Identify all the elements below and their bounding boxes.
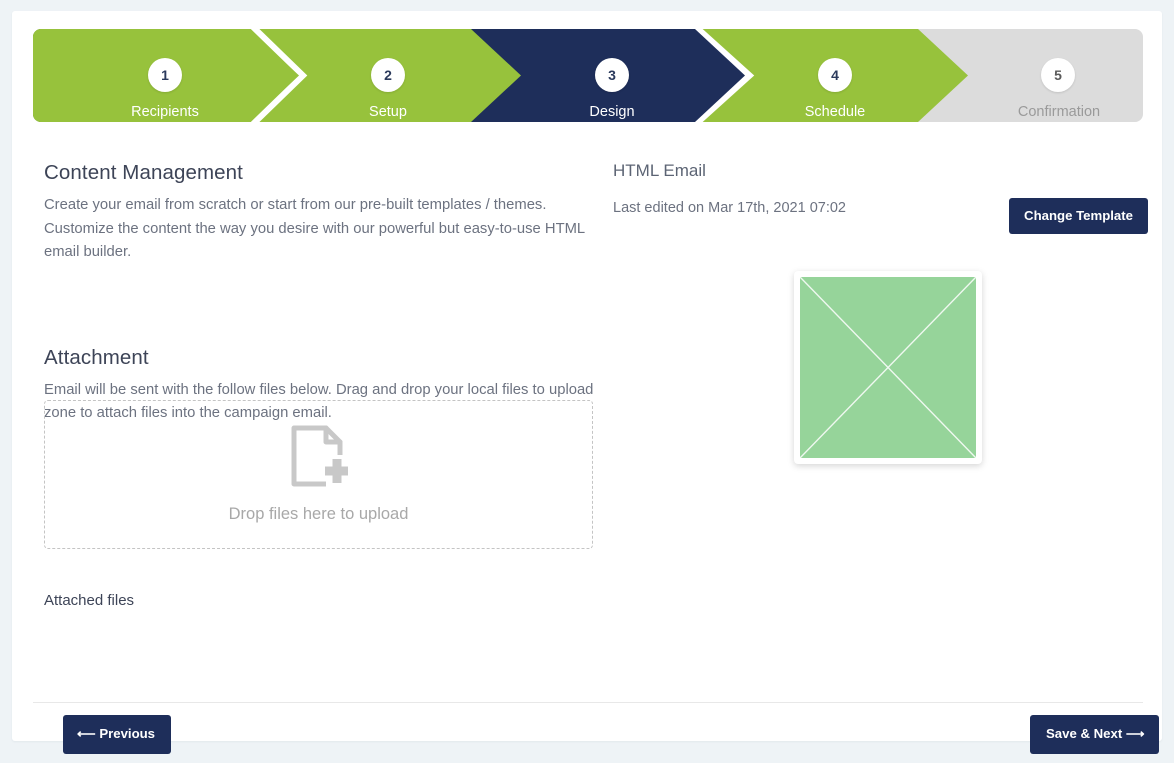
attachment-title: Attachment xyxy=(44,345,149,369)
step-number-1: 1 xyxy=(148,58,182,92)
arrow-left-icon: ⟵ xyxy=(77,726,96,741)
wizard-stepper: 1 Recipients 2 Setup 3 Design 4 Schedule… xyxy=(33,29,1143,122)
attached-files-title: Attached files xyxy=(44,592,135,609)
template-preview[interactable] xyxy=(794,271,982,464)
step-label-design[interactable]: Design xyxy=(532,104,692,120)
change-template-button[interactable]: Change Template xyxy=(1009,198,1148,234)
previous-button-label: Previous xyxy=(99,726,156,741)
step-number-4: 4 xyxy=(818,58,852,92)
step-number-5: 5 xyxy=(1041,58,1075,92)
save-next-button-label: Save & Next xyxy=(1046,726,1123,741)
left-column: Content Management Create your email fro… xyxy=(44,161,600,426)
html-email-title: HTML Email xyxy=(613,161,706,180)
save-next-button[interactable]: Save & Next ⟶ xyxy=(1030,715,1159,754)
content-management-title: Content Management xyxy=(44,161,243,184)
step-number-2: 2 xyxy=(371,58,405,92)
arrow-right-icon: ⟶ xyxy=(1125,726,1145,741)
step-label-setup[interactable]: Setup xyxy=(308,104,468,120)
file-dropzone[interactable]: Drop files here to upload xyxy=(44,400,593,549)
file-plus-icon xyxy=(290,425,348,487)
step-label-recipients[interactable]: Recipients xyxy=(85,104,245,120)
content-management-description: Create your email from scratch or start … xyxy=(44,197,585,260)
campaign-wizard-card: 1 Recipients 2 Setup 3 Design 4 Schedule… xyxy=(12,11,1162,754)
template-thumbnail-placeholder[interactable] xyxy=(800,277,976,458)
dropzone-label: Drop files here to upload xyxy=(228,505,409,523)
previous-button[interactable]: ⟵ Previous xyxy=(63,715,172,754)
step-label-confirmation[interactable]: Confirmation xyxy=(979,104,1139,120)
right-column: HTML Email Last edited on Mar 17th, 2021… xyxy=(613,161,1149,234)
step-number-3: 3 xyxy=(595,58,629,92)
step-label-schedule[interactable]: Schedule xyxy=(755,104,915,120)
placeholder-cross-icon xyxy=(800,277,976,458)
footer-divider xyxy=(33,702,1143,703)
